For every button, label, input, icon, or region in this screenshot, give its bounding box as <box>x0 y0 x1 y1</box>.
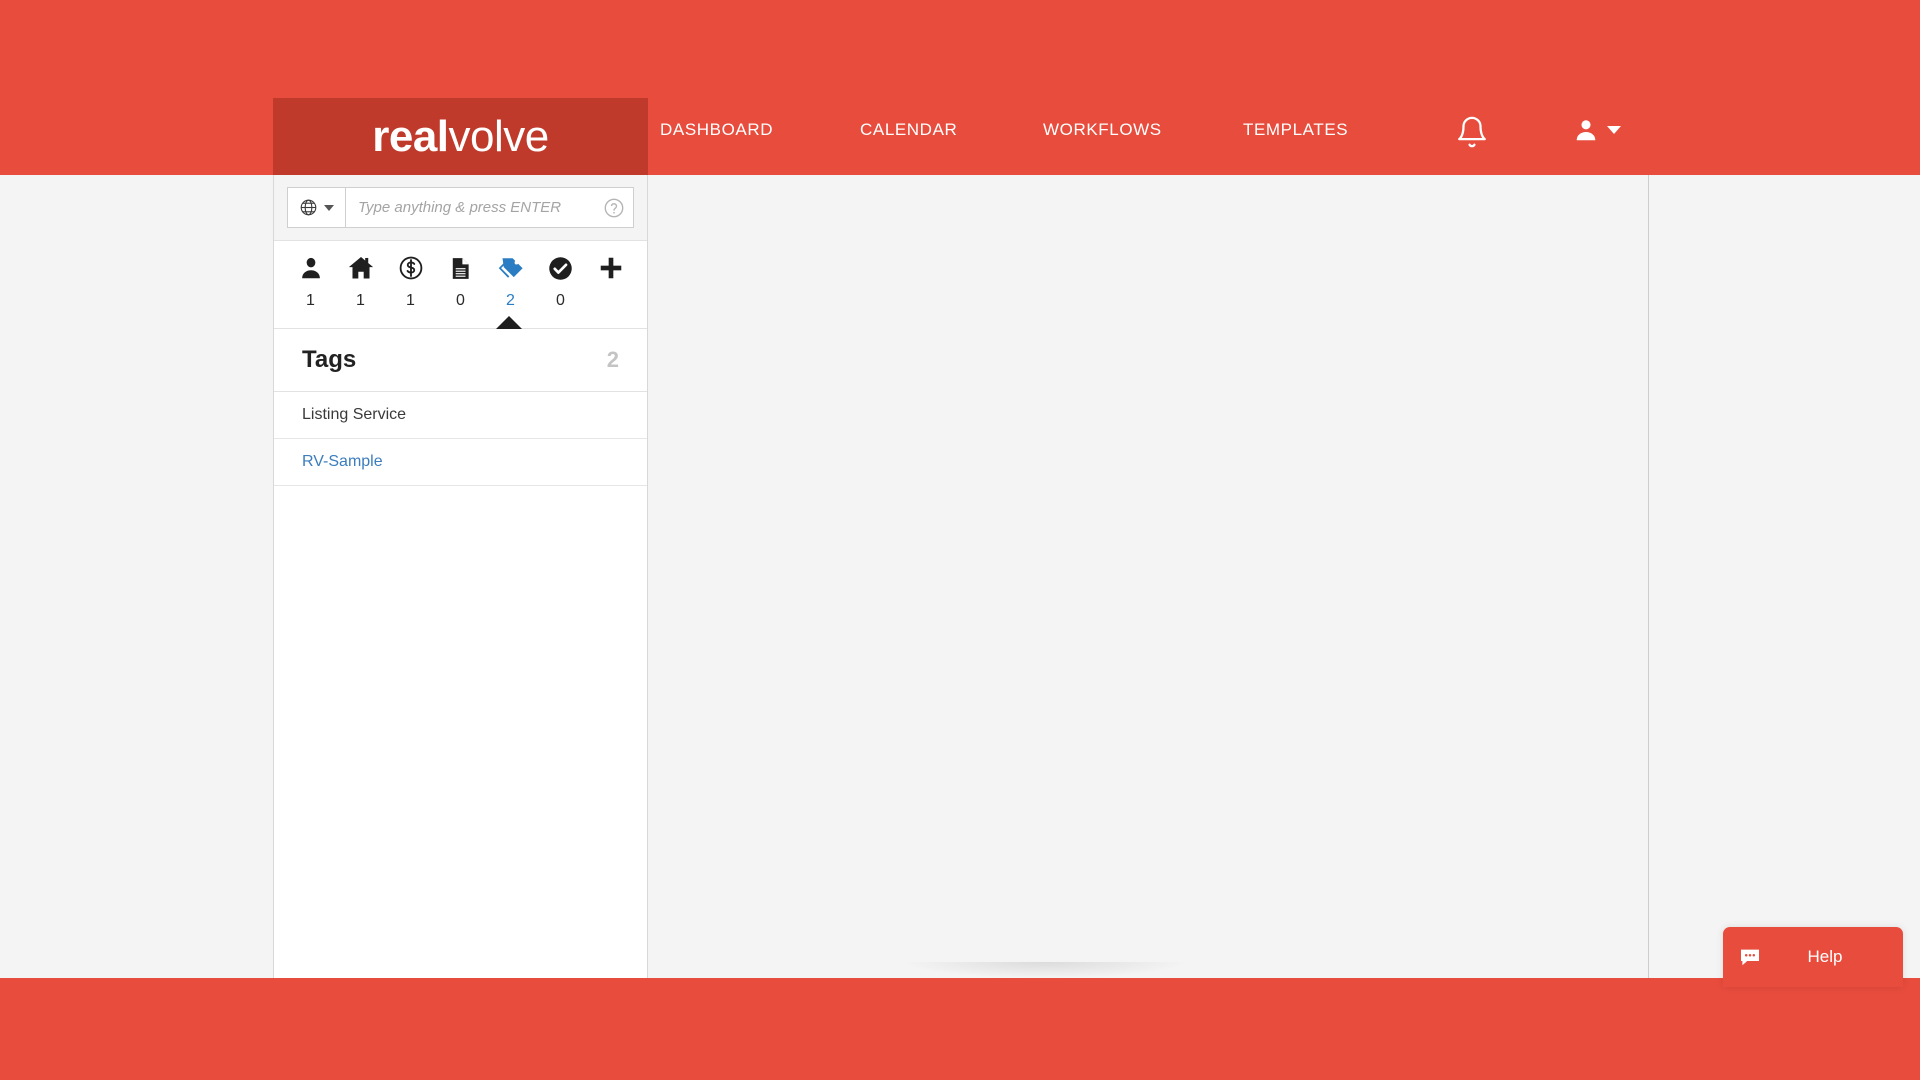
tag-icon <box>496 252 526 284</box>
panel-header: Tags 2 <box>274 329 647 392</box>
entity-tab-row: 1 1 1 0 2 0 <box>274 241 647 329</box>
list-item[interactable]: Listing Service <box>274 392 647 439</box>
check-circle-icon <box>547 252 574 284</box>
entity-tab-contacts[interactable]: 1 <box>286 252 336 310</box>
entity-count: 0 <box>556 292 565 309</box>
bell-icon <box>1458 116 1486 148</box>
chat-bubble-icon <box>1723 945 1777 969</box>
global-search-bar <box>287 187 634 228</box>
logo-text-light: volve <box>448 111 550 161</box>
help-label: Help <box>1807 947 1843 966</box>
help-widget[interactable]: Help <box>1723 927 1903 987</box>
list-item[interactable]: RV-Sample <box>274 439 647 486</box>
notifications-bell-icon[interactable] <box>1455 115 1489 149</box>
entity-tab-tasks[interactable]: 0 <box>536 252 586 310</box>
document-icon <box>448 252 473 284</box>
chevron-down-icon <box>324 204 334 211</box>
main-navigation: DASHBOARD CALENDAR WORKFLOWS TEMPLATES <box>660 120 1443 140</box>
entity-tab-tags[interactable]: 2 <box>486 252 536 310</box>
panel-title: Tags <box>302 346 357 373</box>
entity-tab-add-new[interactable] <box>586 252 636 292</box>
active-tab-pointer <box>274 316 647 329</box>
question-circle-icon <box>604 198 624 217</box>
nav-item-dashboard[interactable]: DASHBOARD <box>660 120 860 140</box>
user-menu[interactable] <box>1573 117 1621 143</box>
plus-icon <box>597 252 625 284</box>
content-bottom-shadow <box>905 962 1185 978</box>
main-content-area <box>649 175 1649 978</box>
search-help-icon[interactable] <box>595 188 633 227</box>
logo-text-bold: real <box>372 111 449 161</box>
entity-count: 1 <box>356 292 365 309</box>
tag-list: Listing Service RV-Sample <box>274 392 647 486</box>
entity-count: 1 <box>406 292 415 309</box>
globe-icon <box>300 199 317 216</box>
search-strip <box>274 175 647 241</box>
entity-count: 0 <box>456 292 465 309</box>
entity-tab-properties[interactable]: 1 <box>336 252 386 310</box>
entity-count: 2 <box>506 292 515 309</box>
person-icon <box>298 252 324 284</box>
nav-item-calendar[interactable]: CALENDAR <box>860 120 1043 140</box>
nav-item-workflows[interactable]: WORKFLOWS <box>1043 120 1243 140</box>
entity-tab-documents[interactable]: 0 <box>436 252 486 310</box>
user-avatar-icon <box>1576 120 1596 141</box>
entity-count: 1 <box>306 292 315 309</box>
entity-tab-transactions[interactable]: 1 <box>386 252 436 310</box>
search-scope-select[interactable] <box>288 188 346 227</box>
app-footer <box>0 978 1920 1080</box>
search-input[interactable] <box>346 188 595 227</box>
logo-text: realvolve <box>372 111 550 161</box>
left-sidebar-panel: 1 1 1 <box>273 175 648 978</box>
chevron-down-icon <box>1607 126 1621 134</box>
dollar-circle-icon <box>398 252 424 284</box>
brand-logo[interactable]: realvolve <box>273 98 648 175</box>
app-header: realvolve DASHBOARD CALENDAR WORKFLOWS T… <box>0 0 1920 175</box>
nav-item-templates[interactable]: TEMPLATES <box>1243 120 1443 140</box>
house-icon <box>347 252 375 284</box>
panel-count-badge: 2 <box>606 347 619 372</box>
